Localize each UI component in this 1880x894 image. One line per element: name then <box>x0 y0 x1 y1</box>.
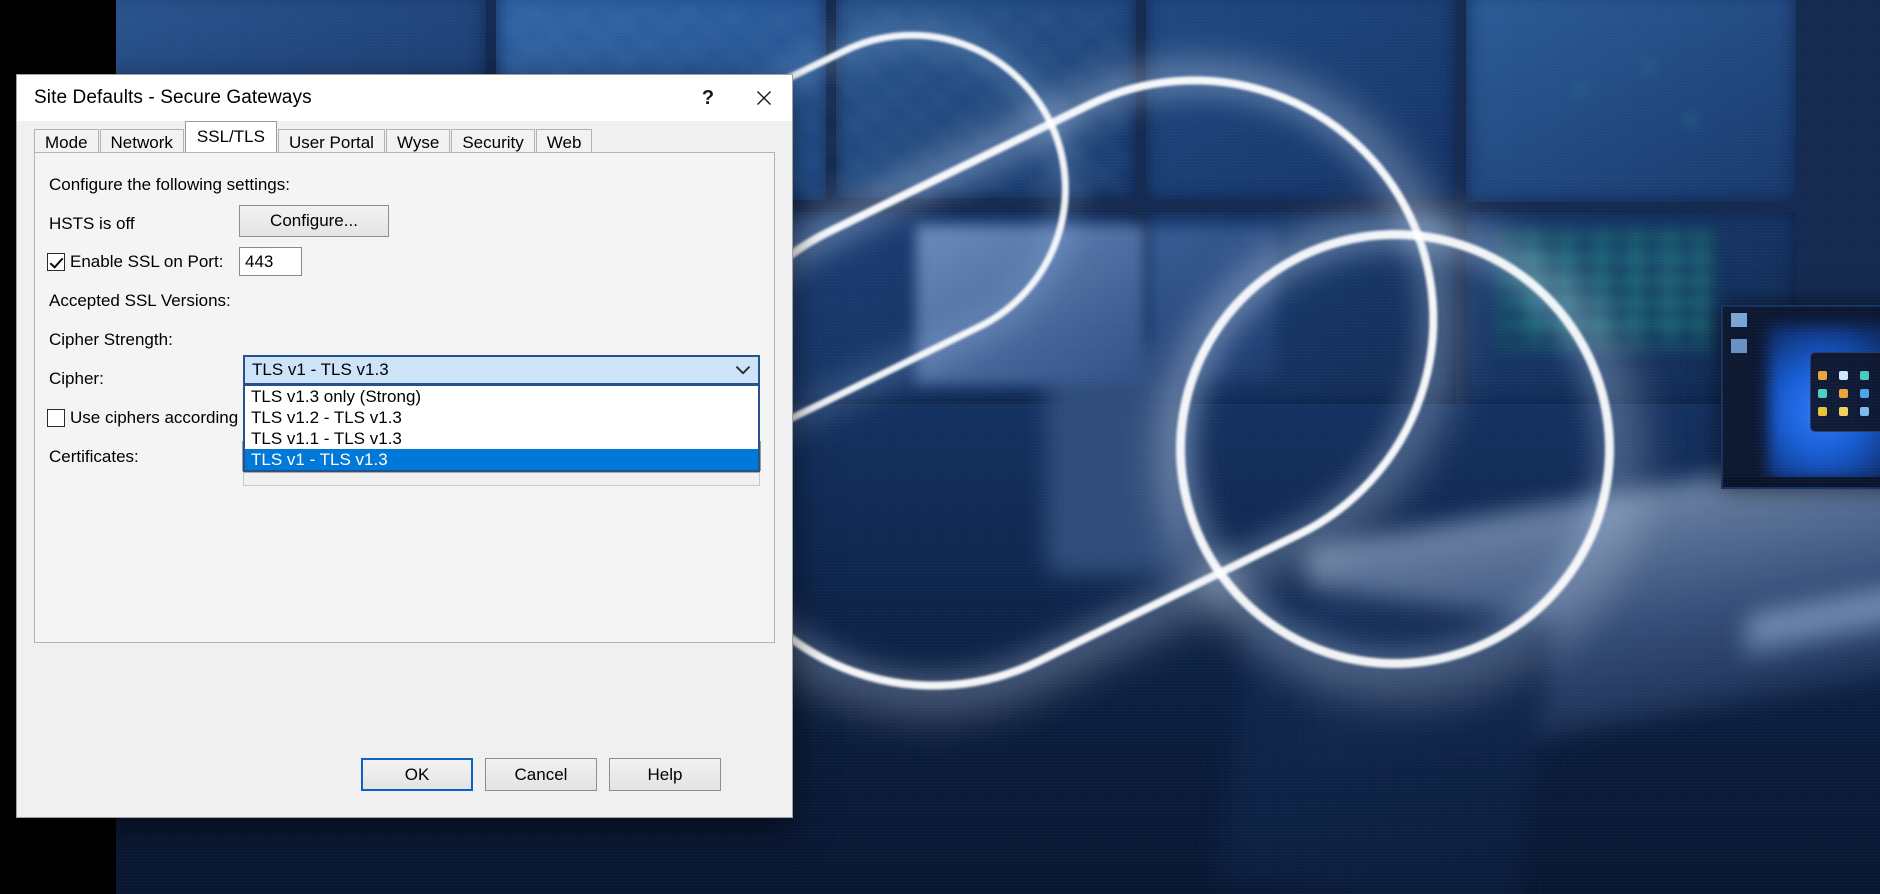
panel-intro-text: Configure the following settings: <box>49 175 290 194</box>
ok-button[interactable]: OK <box>361 758 473 791</box>
cipher-strength-label: Cipher Strength: <box>49 330 173 349</box>
cipher-label: Cipher: <box>49 369 104 388</box>
listbox-horizontal-scrollbar[interactable] <box>243 472 760 486</box>
certificates-label: Certificates: <box>49 447 139 466</box>
help-question-icon[interactable]: ? <box>680 75 736 121</box>
enable-ssl-checkbox[interactable]: Enable SSL on Port: <box>47 252 223 272</box>
question-mark-icon: ? <box>701 86 715 109</box>
accepted-ssl-versions-field[interactable]: TLS v1 - TLS v1.3 <box>243 355 760 385</box>
ssl-tls-panel: Configure the following settings: HSTS i… <box>34 152 775 643</box>
list-item-tls12-tls13[interactable]: TLS v1.2 - TLS v1.3 <box>245 407 758 428</box>
screenshot-root: Site Defaults - Secure Gateways ? Mode N… <box>0 0 1880 894</box>
chevron-down-icon <box>728 365 758 375</box>
list-item-tls1-tls13[interactable]: TLS v1 - TLS v1.3 <box>245 449 758 470</box>
checkbox-unchecked-icon <box>47 409 65 427</box>
checkbox-checked-icon <box>47 253 65 271</box>
hsts-configure-button[interactable]: Configure... <box>239 205 389 237</box>
accepted-ssl-versions-listbox[interactable]: TLS v1.3 only (Strong) TLS v1.2 - TLS v1… <box>243 385 760 472</box>
cancel-button[interactable]: Cancel <box>485 758 597 791</box>
dialog-title: Site Defaults - Secure Gateways <box>34 87 312 108</box>
help-button[interactable]: Help <box>609 758 721 791</box>
hsts-status-label: HSTS is off <box>49 214 135 233</box>
dialog-titlebar: Site Defaults - Secure Gateways ? <box>17 75 792 121</box>
site-defaults-dialog: Site Defaults - Secure Gateways ? Mode N… <box>16 74 793 818</box>
accepted-ssl-versions-combobox[interactable]: TLS v1 - TLS v1.3 TLS v1.3 only (Strong)… <box>243 355 760 486</box>
ssl-port-input[interactable] <box>239 247 302 276</box>
enable-ssl-label: Enable SSL on Port: <box>70 252 224 271</box>
dialog-footer: OK Cancel Help <box>17 741 792 817</box>
accepted-ssl-versions-selected-value: TLS v1 - TLS v1.3 <box>252 360 389 379</box>
list-item-tls11-tls13[interactable]: TLS v1.1 - TLS v1.3 <box>245 428 758 449</box>
tab-ssl-tls[interactable]: SSL/TLS <box>184 121 277 152</box>
tabstrip: Mode Network SSL/TLS User Portal Wyse Se… <box>34 121 792 155</box>
list-item-tls13-only[interactable]: TLS v1.3 only (Strong) <box>245 386 758 407</box>
close-x-icon[interactable] <box>736 75 792 121</box>
accepted-ssl-versions-label: Accepted SSL Versions: <box>49 291 231 310</box>
